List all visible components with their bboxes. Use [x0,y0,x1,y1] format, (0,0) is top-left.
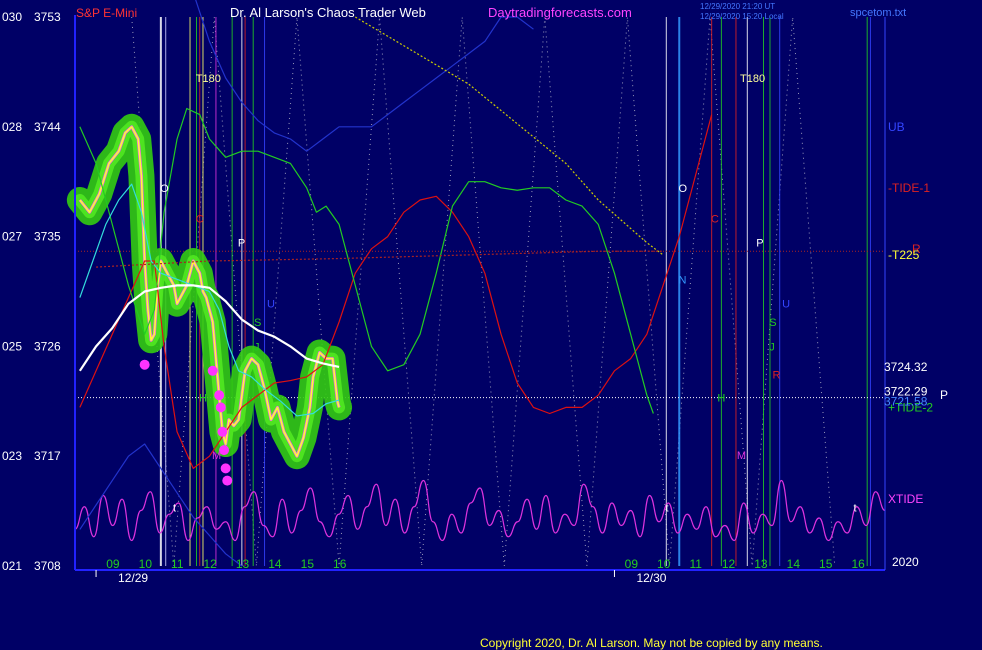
x-tick-hour-4: 13 [236,557,250,571]
x-tick-hour-14: 15 [819,557,833,571]
y-tick-left-0: 030 [2,10,22,24]
event-label-2: O [160,183,169,195]
header-symbol: S&P E-Mini [76,6,137,20]
x-tick-hour-7: 16 [333,557,347,571]
signal-marker-1 [207,365,218,376]
header-timestamp-local: 12/29/2020 15:20 Local [700,12,784,21]
x-tick-date-0: 12/29 [118,571,148,585]
y-tick-price-0: 3753 [34,10,61,24]
event-label-9: U [267,299,275,311]
footer-copyright: Copyright 2020, Dr. Al Larson. May not b… [480,636,823,650]
y-tick-price-1: 3744 [34,120,61,134]
y-tick-price-3: 3726 [34,339,61,353]
event-label-11: S [254,317,261,329]
right-label-3: -T225 [888,248,920,262]
x-tick-hour-10: 11 [689,557,702,571]
price-label-2: 3721.58 [884,394,928,408]
event-label-7: P [756,238,763,250]
x-tick-hour-3: 12 [203,557,217,571]
x-tick-hour-1: 10 [139,557,153,571]
signal-marker-6 [220,463,231,474]
header-site[interactable]: Daytradingforecasts.com [488,5,632,20]
right-label-4: P [940,388,948,402]
event-label-4: C [196,213,204,225]
x-tick-hour-12: 13 [754,557,768,571]
x-tick-hour-8: 09 [625,557,639,571]
signal-marker-7 [222,475,233,486]
y-tick-price-4: 3717 [34,449,61,463]
event-label-18: M [212,450,221,462]
event-label-1: T180 [740,73,765,85]
chaos-trader-chart: 030 3753 028 3744 027 3735 025 3726 023 3717 021 37… [0,0,982,650]
event-label-17: H [717,393,725,405]
y-tick-price-2: 3735 [34,230,61,244]
event-label-5: C [711,213,719,225]
y-tick-left-2: 027 [2,230,22,244]
event-label-3: O [679,183,688,195]
y-tick-left-1: 028 [2,120,22,134]
signal-marker-0 [139,359,150,370]
y-tick-left-5: 021 [2,559,22,573]
event-label-20: t [173,502,176,514]
x-tick-hour-5: 14 [268,557,282,571]
x-tick-date-1: 12/30 [636,571,666,585]
event-label-8: N [679,274,687,286]
y-tick-left-3: 025 [2,339,22,353]
x-tick-hour-6: 15 [301,557,315,571]
signal-marker-2 [214,390,225,401]
x-tick-hour-13: 14 [787,557,801,571]
header-timestamp-ut: 12/29/2020 21:20 UT [700,2,775,11]
right-label-0: UB [888,120,905,134]
x-tick-hour-11: 12 [722,557,736,571]
event-label-6: P [238,238,245,250]
right-label-1: -TIDE-1 [888,181,930,195]
event-label-12: S [769,317,776,329]
x-tick-hour-9: 10 [657,557,671,571]
x-tick-year: 2020 [892,555,919,569]
header-filename: spcetom.txt [850,7,906,19]
right-label-6: XTIDE [888,492,923,506]
x-tick-hour-0: 09 [106,557,120,571]
x-tick-hour-15: 16 [851,557,865,571]
price-label-0: 3724.32 [884,360,928,374]
event-label-14: J [769,341,775,353]
event-label-16: H [199,393,207,405]
event-label-10: U [782,299,790,311]
y-tick-left-4: 023 [2,449,22,463]
event-label-22: t [853,502,856,514]
event-label-21: t [666,502,669,514]
signal-marker-4 [217,426,228,437]
event-label-0: T180 [196,73,221,85]
event-label-19: M [737,450,746,462]
signal-marker-3 [215,402,226,413]
x-tick-hour-2: 11 [171,557,184,571]
event-label-15: R [772,369,780,381]
event-label-13: J [254,341,260,353]
header-title: Dr. Al Larson's Chaos Trader Web [230,5,426,20]
y-tick-price-5: 3708 [34,559,61,573]
